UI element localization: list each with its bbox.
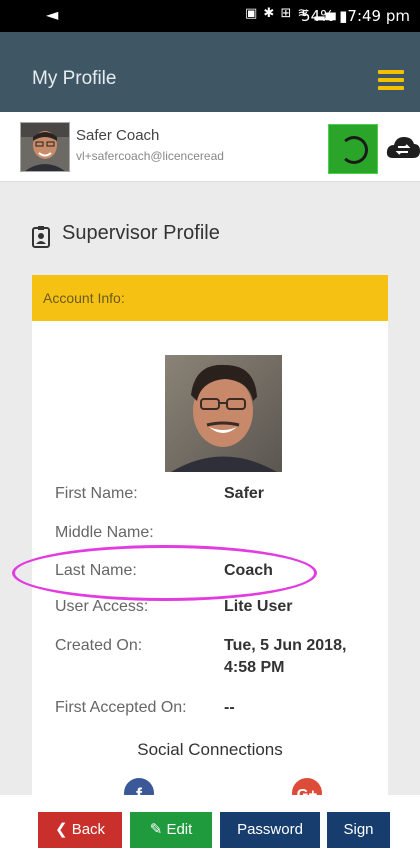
section-title-text: Supervisor Profile xyxy=(62,222,220,244)
facebook-glyph: f xyxy=(124,778,154,795)
battery-time: 54% ▮7:49 pm xyxy=(301,7,410,25)
last-name-label: Last Name: xyxy=(55,562,137,579)
sign-button[interactable]: Sign xyxy=(327,812,390,848)
first-name-label: First Name: xyxy=(55,485,138,502)
profile-photo xyxy=(165,355,282,472)
user-bar: Safer Coach vl+safercoach@licenceread xyxy=(0,112,420,182)
created-on-value: Tue, 5 Jun 2018, 4:58 PM xyxy=(224,637,347,676)
password-button[interactable]: Password xyxy=(220,812,320,848)
user-access-value: Lite User xyxy=(224,598,293,615)
nav-back-icon[interactable]: ◄ xyxy=(46,5,58,24)
card-header-label: Account Info: xyxy=(43,290,125,306)
user-name: Safer Coach xyxy=(76,127,160,144)
app-bar: My Profile xyxy=(0,32,420,112)
facebook-icon[interactable]: f xyxy=(124,778,154,795)
first-accepted-value: -- xyxy=(224,699,235,716)
spinner-icon xyxy=(340,136,368,164)
status-bar: ◄ ▣ ✱ ⊞ ≋ ▂▄ 54% ▮7:49 pm xyxy=(0,0,420,32)
sync-status-button[interactable] xyxy=(328,124,378,174)
first-accepted-label: First Accepted On: xyxy=(55,699,187,716)
avatar[interactable] xyxy=(20,122,70,172)
user-email: vl+safercoach@licenceread xyxy=(76,149,224,163)
bottom-action-bar: ❮ Back ✎ Edit Password Sign xyxy=(0,795,420,856)
social-connections-title: Social Connections xyxy=(137,740,283,759)
first-name-value: Safer xyxy=(224,485,265,502)
id-badge-icon xyxy=(32,226,50,248)
google-plus-icon[interactable]: G+ xyxy=(292,778,322,795)
hamburger-icon[interactable] xyxy=(378,70,404,90)
middle-name-label: Middle Name: xyxy=(55,524,154,541)
created-on-label: Created On: xyxy=(55,637,143,654)
edit-button[interactable]: ✎ Edit xyxy=(130,812,212,848)
card-header: Account Info: xyxy=(32,275,388,321)
account-info-card: Account Info: First Name: Safer Middle N… xyxy=(32,275,388,795)
user-access-label: User Access: xyxy=(55,598,149,615)
page-title: My Profile xyxy=(32,68,117,89)
last-name-value: Coach xyxy=(224,562,273,579)
back-button[interactable]: ❮ Back xyxy=(38,812,122,848)
google-plus-glyph: G+ xyxy=(292,778,322,795)
cloud-sync-icon[interactable] xyxy=(385,134,420,162)
